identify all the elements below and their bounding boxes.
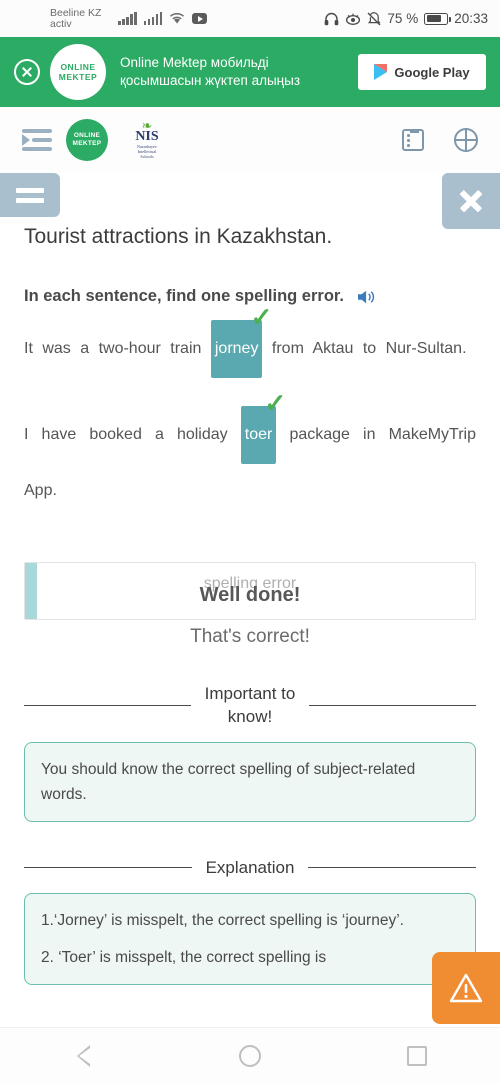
app-navbar: ONLINE MEKTEP ❧ NIS Nazarbayev Intellect…: [0, 107, 500, 173]
home-button[interactable]: [167, 1044, 334, 1067]
speaker-icon[interactable]: [356, 288, 378, 306]
answer-blank-1[interactable]: jorney ✓: [210, 304, 272, 378]
important-divider: Important to know!: [0, 682, 500, 728]
online-mektep-nav-logo[interactable]: ONLINE MEKTEP: [66, 119, 108, 161]
close-icon[interactable]: [14, 59, 40, 85]
explanation-item: 2. ‘Toer’ is misspelt, the correct spell…: [41, 949, 327, 966]
exp-divider-line-left: [24, 867, 192, 868]
battery-icon: [424, 12, 452, 25]
page-title: Tourist attractions in Kazakhstan.: [24, 225, 333, 248]
list-icon[interactable]: [402, 129, 424, 151]
youtube-icon: [192, 13, 207, 24]
important-card: You should know the correct spelling of …: [24, 742, 476, 822]
answer-blank-2-text: toer: [244, 426, 273, 443]
carrier-label: Beeline KZ activ: [50, 6, 112, 30]
google-play-label: Google Play: [394, 64, 470, 80]
nav-om-line-2: MEKTEP: [72, 140, 102, 147]
nis-title: NIS: [135, 129, 159, 144]
important-body: You should know the correct spelling of …: [41, 761, 416, 803]
online-mektep-logo: ONLINE MEKTEP: [50, 44, 106, 100]
sentence-1-before: It was a two-hour train: [24, 340, 202, 357]
menu-button[interactable]: [0, 173, 60, 217]
navbar-right-actions: [402, 128, 478, 152]
divider-line-right: [309, 704, 476, 706]
eye-comfort-icon: [346, 13, 361, 25]
important-heading-line-2: know!: [227, 707, 273, 726]
promo-banner: ONLINE MEKTEP Online Mektep мобильді қос…: [0, 37, 500, 107]
nis-sub-3: Schools: [140, 154, 154, 159]
check-icon-2: ✓: [264, 388, 287, 418]
recents-button[interactable]: [333, 1045, 500, 1066]
carrier-line-1: Beeline KZ: [50, 6, 102, 19]
answer-blank-2[interactable]: toer ✓: [240, 390, 286, 464]
report-problem-button[interactable]: [432, 952, 500, 1024]
nav-om-line-1: ONLINE: [73, 132, 101, 139]
result-subtext: That's correct!: [190, 626, 310, 647]
recents-icon: [406, 1045, 427, 1066]
carrier-line-2: activ: [50, 17, 72, 30]
battery-percent-label: 75 %: [387, 11, 419, 26]
divider-line-left: [24, 704, 191, 706]
headphones-icon: [325, 12, 339, 25]
result-box: spelling error Well done!: [24, 562, 476, 620]
result-accent-bar: [25, 563, 37, 619]
status-right-group: 75 % 20:33: [324, 11, 488, 26]
om-logo-line-1: ONLINE: [60, 62, 96, 72]
wifi-icon: [170, 13, 184, 24]
explanation-heading: Explanation: [205, 858, 295, 877]
explanation-item: 1.‘Jorney’ is misspelt, the correct spel…: [41, 912, 404, 929]
home-icon: [238, 1044, 261, 1067]
nis-logo: ❧ NIS Nazarbayev Intellectual Schools: [122, 119, 172, 159]
exp-divider-line-right: [308, 867, 476, 868]
om-logo-line-2: MEKTEP: [58, 72, 98, 82]
mute-icon: [367, 11, 382, 25]
result-section: spelling error Well done! That's correct…: [0, 562, 500, 648]
sentence-2-before: I have booked a holiday: [24, 426, 228, 443]
promo-text: Online Mektep мобильді қосымшасын жүктеп…: [120, 55, 301, 88]
sentence-2: I have booked a holiday toer ✓ package i…: [24, 390, 476, 518]
globe-icon[interactable]: [454, 128, 478, 152]
sentence-1: It was a two-hour train jorney ✓ from Ak…: [24, 304, 476, 378]
clock-label: 20:33: [454, 11, 488, 26]
result-headline: Well done!: [199, 583, 301, 606]
important-heading: Important to know!: [205, 682, 296, 728]
indent-menu-icon[interactable]: [22, 129, 52, 151]
status-bar: Beeline KZ activ 75 % 20:33: [0, 0, 500, 37]
warning-triangle-icon: [449, 973, 483, 1003]
grey-toolbar: [0, 173, 500, 229]
status-left-icons: [118, 12, 207, 25]
back-button[interactable]: [0, 1044, 167, 1067]
question-prompt: In each sentence, find one spelling erro…: [24, 287, 345, 305]
signal-bars-icon: [118, 12, 137, 25]
explanation-card: 1.‘Jorney’ is misspelt, the correct spel…: [24, 893, 476, 985]
sentence-1-after: from Aktau to Nur-Sultan.: [271, 340, 467, 357]
android-navigation-bar: [0, 1027, 500, 1083]
google-play-button[interactable]: Google Play: [358, 54, 486, 90]
back-icon: [76, 1044, 91, 1067]
explanation-divider: Explanation: [0, 856, 500, 879]
close-button[interactable]: [442, 173, 500, 229]
lesson-content: Tourist attractions in Kazakhstan. In ea…: [0, 225, 500, 518]
important-heading-line-1: Important to: [204, 684, 296, 703]
check-icon: ✓: [250, 302, 273, 332]
signal-bars-icon-2: [143, 12, 162, 25]
phone-screen: Beeline KZ activ 75 % 20:33 ONLINE MEKTE…: [0, 0, 500, 1083]
google-play-icon: [374, 64, 388, 80]
answer-blank-1-text: jorney: [214, 340, 259, 357]
